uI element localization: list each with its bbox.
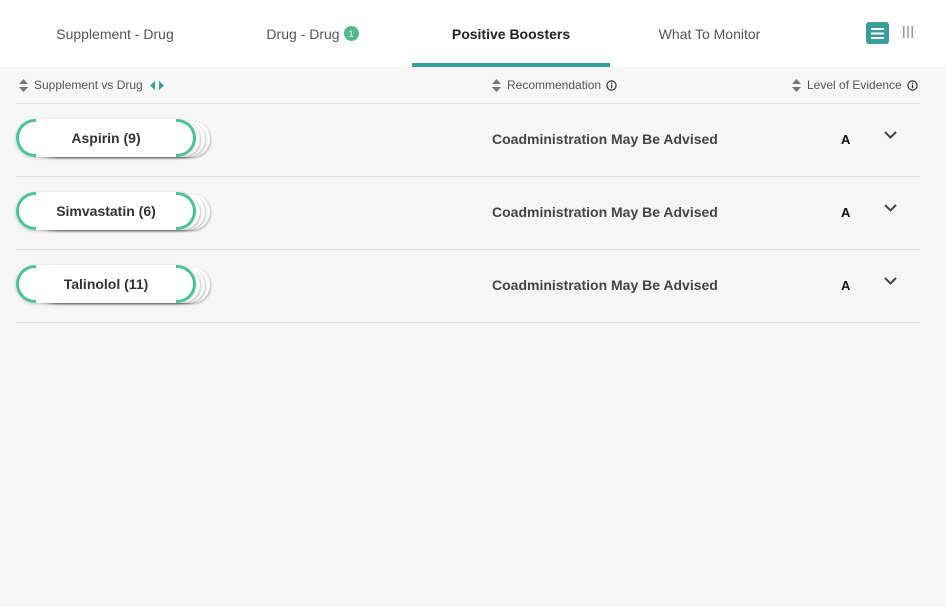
tab-label: Positive Boosters	[451, 25, 571, 42]
tab-label: What To Monitor	[658, 25, 761, 42]
drug-pill[interactable]: Simvastatin (6)	[16, 192, 196, 230]
column-header-supplement-vs-drug[interactable]: Supplement vs Drug	[19, 74, 164, 96]
info-icon[interactable]	[907, 79, 918, 91]
sort-icon	[19, 78, 28, 92]
tab-bar: Supplement - Drug Drug - Drug 1 Positive…	[0, 0, 946, 67]
recommendation-text: Coadministration May Be Advised	[492, 277, 718, 293]
evidence-level: A	[841, 278, 851, 293]
chevron-down-icon[interactable]	[884, 277, 897, 285]
pill-cap-left	[16, 119, 36, 157]
column-header-recommendation[interactable]: Recommendation	[492, 74, 617, 96]
swap-arrows-icon[interactable]	[149, 80, 164, 90]
drug-pill[interactable]: Talinolol (11)	[16, 265, 196, 303]
recommendation-text: Coadministration May Be Advised	[492, 131, 718, 147]
columns-icon	[902, 26, 914, 38]
evidence-level: A	[841, 205, 851, 220]
evidence-level: A	[841, 132, 851, 147]
column-header-label: Recommendation	[507, 78, 602, 92]
column-header-level-of-evidence[interactable]: Level of Evidence	[792, 74, 918, 96]
drug-pill-stack[interactable]: Talinolol (11)	[16, 265, 216, 305]
recommendation-text: Coadministration May Be Advised	[492, 204, 718, 220]
column-header-label: Level of Evidence	[807, 78, 902, 92]
drug-name: Simvastatin (6)	[56, 203, 156, 219]
table-row: Simvastatin (6) Coadministration May Be …	[16, 177, 920, 250]
chevron-down-icon[interactable]	[884, 131, 897, 139]
tab-label: Supplement - Drug	[56, 25, 174, 42]
tab-what-to-monitor[interactable]: What To Monitor	[612, 0, 807, 67]
count-badge: 1	[343, 26, 359, 41]
info-icon[interactable]	[606, 79, 617, 91]
pill-cap-left	[16, 192, 36, 230]
pill-cap-left	[16, 265, 36, 303]
drug-pill-stack[interactable]: Simvastatin (6)	[16, 192, 216, 232]
tab-label: Drug - Drug	[266, 25, 340, 42]
table-row: Aspirin (9) Coadministration May Be Advi…	[16, 104, 920, 177]
tab-positive-boosters[interactable]: Positive Boosters	[412, 0, 610, 67]
list-view-button[interactable]	[866, 22, 889, 44]
column-header-label: Supplement vs Drug	[34, 78, 143, 92]
drug-pill[interactable]: Aspirin (9)	[16, 119, 196, 157]
column-view-button[interactable]	[900, 24, 916, 40]
drug-name: Aspirin (9)	[71, 130, 141, 146]
drug-pill-stack[interactable]: Aspirin (9)	[16, 119, 216, 159]
table-row: Talinolol (11) Coadministration May Be A…	[16, 250, 920, 323]
list-icon	[871, 27, 884, 39]
sort-icon	[492, 78, 501, 92]
chevron-down-icon[interactable]	[884, 204, 897, 212]
tab-drug-drug[interactable]: Drug - Drug 1	[215, 0, 410, 67]
tab-supplement-drug[interactable]: Supplement - Drug	[20, 0, 210, 67]
sort-icon	[792, 78, 801, 92]
drug-name: Talinolol (11)	[63, 276, 149, 292]
